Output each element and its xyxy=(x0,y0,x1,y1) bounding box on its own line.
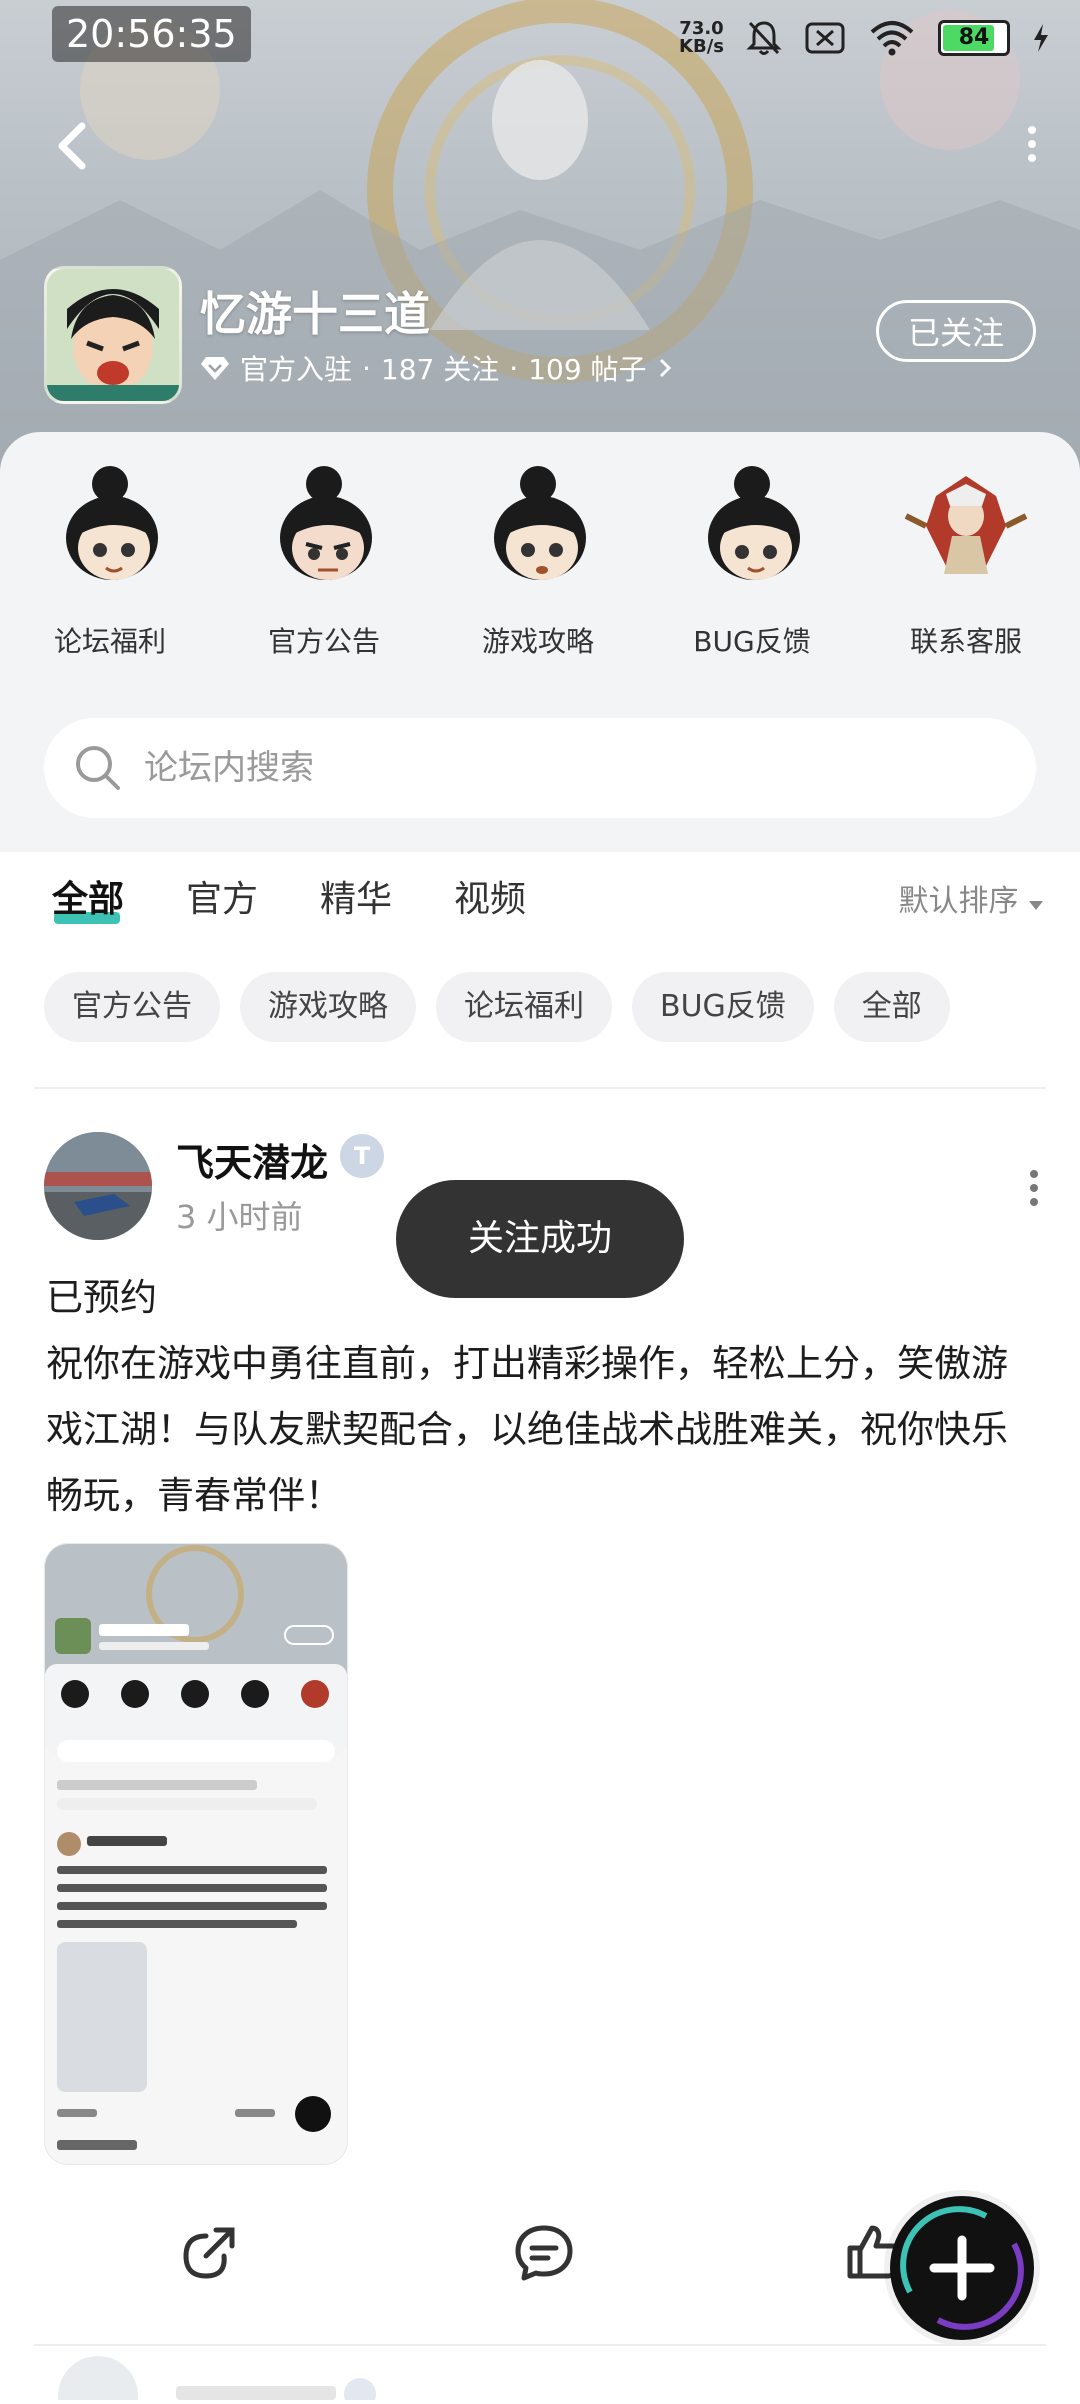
next-post-partial-art xyxy=(58,2356,376,2404)
screenshot-thumbnail-art xyxy=(45,1544,347,2150)
back-arrow-icon[interactable] xyxy=(48,116,98,176)
feed-tabs: 全部 官方 精华 视频 默认排序 xyxy=(0,870,1080,950)
shortcut-row: 论坛福利 官方公告 游戏攻略 BUG反馈 联系客服 xyxy=(0,456,1080,686)
shortcut-label: 联系客服 xyxy=(909,625,1022,658)
chevron-right-icon xyxy=(659,358,671,378)
warrior-avatar-icon xyxy=(904,476,1028,574)
chip-game-guide[interactable]: 游戏攻略 xyxy=(240,972,416,1042)
chip-official-announcement[interactable]: 官方公告 xyxy=(44,972,220,1042)
post-timestamp: 3 小时前 xyxy=(176,1198,303,1236)
tab-featured[interactable]: 精华 xyxy=(320,870,392,922)
follow-button[interactable]: 已关注 xyxy=(876,300,1036,362)
chip-forum-welfare[interactable]: 论坛福利 xyxy=(436,972,612,1042)
shortcut-forum-welfare[interactable]: 论坛福利 xyxy=(10,456,210,660)
forum-header: 20:56:35 73.0 KB/s 84 忆游十三道 官方入驻 · 187 关… xyxy=(0,0,1080,470)
character-avatar-icon xyxy=(708,466,800,580)
tab-all[interactable]: 全部 xyxy=(52,870,124,922)
chip-all[interactable]: 全部 xyxy=(833,972,950,1042)
shortcut-bug-feedback[interactable]: BUG反馈 xyxy=(652,456,852,660)
caret-down-icon xyxy=(1029,901,1043,910)
shortcut-official-announcement[interactable]: 官方公告 xyxy=(224,456,424,660)
forum-shortcuts-panel: 论坛福利 官方公告 游戏攻略 BUG反馈 联系客服 论坛内搜索 xyxy=(0,432,1080,852)
sort-label: 默认排序 xyxy=(898,884,1019,919)
network-speed: 73.0 KB/s xyxy=(679,20,724,56)
create-post-button[interactable] xyxy=(890,2196,1034,2340)
tab-video[interactable]: 视频 xyxy=(454,870,526,922)
tab-official[interactable]: 官方 xyxy=(186,870,258,922)
post-more-icon[interactable] xyxy=(1028,1168,1040,1208)
search-icon xyxy=(76,746,120,790)
battery-icon: 84 xyxy=(938,20,1010,56)
sim-off-icon xyxy=(805,22,845,54)
shortcut-game-guide[interactable]: 游戏攻略 xyxy=(438,456,638,660)
forum-avatar xyxy=(44,266,182,404)
forum-meta[interactable]: 官方入驻 · 187 关注 · 109 帖子 xyxy=(200,348,673,388)
forum-title: 忆游十三道 xyxy=(200,287,430,341)
chip-bug-feedback[interactable]: BUG反馈 xyxy=(632,972,814,1042)
meta-separator: · xyxy=(362,351,371,385)
forum-avatar-art xyxy=(47,269,179,401)
shortcut-label: 论坛福利 xyxy=(53,625,166,658)
status-bar-time: 20:56:35 xyxy=(52,6,251,62)
shortcut-label: 官方公告 xyxy=(267,625,380,658)
post-author-avatar[interactable] xyxy=(44,1132,152,1240)
character-avatar-icon xyxy=(494,466,586,580)
charging-icon xyxy=(1034,24,1048,52)
forum-search-input[interactable]: 论坛内搜索 xyxy=(44,718,1036,818)
shortcut-label: 游戏攻略 xyxy=(481,625,594,658)
next-post-preview xyxy=(0,2346,1080,2404)
bell-muted-icon xyxy=(746,21,782,55)
post-text-paragraph: 祝你在游戏中勇往直前，打出精彩操作，轻松上分，笑傲游戏江湖！与队友默契配合，以绝… xyxy=(46,1342,1008,1517)
author-avatar-art xyxy=(44,1132,152,1240)
sort-dropdown[interactable]: 默认排序 xyxy=(898,876,1044,920)
status-bar-icons: 73.0 KB/s 84 xyxy=(679,14,1050,62)
network-speed-unit: KB/s xyxy=(679,36,724,57)
comment-icon[interactable] xyxy=(512,2220,576,2284)
more-vertical-icon[interactable] xyxy=(1022,124,1042,164)
shortcut-contact-support[interactable]: 联系客服 xyxy=(866,456,1066,660)
category-chips: 官方公告 游戏攻略 论坛福利 BUG反馈 全部 xyxy=(44,972,950,1042)
search-placeholder: 论坛内搜索 xyxy=(144,748,314,788)
share-icon[interactable] xyxy=(176,2220,240,2284)
battery-level: 84 xyxy=(958,25,990,50)
post-author-name[interactable]: 飞天潜龙 xyxy=(176,1132,328,1187)
verified-label: 官方入驻 xyxy=(240,353,353,386)
character-avatar-icon xyxy=(66,466,158,580)
following-count: 187 关注 xyxy=(380,353,500,386)
wifi-icon xyxy=(870,21,914,56)
user-level-badge: T xyxy=(340,1134,384,1178)
character-avatar-icon xyxy=(280,466,372,580)
diamond-verified-icon xyxy=(201,357,229,380)
shortcut-label: BUG反馈 xyxy=(693,625,811,658)
toast-message: 关注成功 xyxy=(396,1180,684,1298)
post-image-thumbnail[interactable] xyxy=(44,1543,348,2165)
post-content[interactable]: 已预约 祝你在游戏中勇往直前，打出精彩操作，轻松上分，笑傲游戏江湖！与队友默契配… xyxy=(46,1265,1036,1529)
divider xyxy=(34,1087,1046,1089)
post-count: 109 帖子 xyxy=(528,353,647,386)
meta-separator: · xyxy=(509,351,519,385)
plus-icon xyxy=(900,2206,1024,2330)
